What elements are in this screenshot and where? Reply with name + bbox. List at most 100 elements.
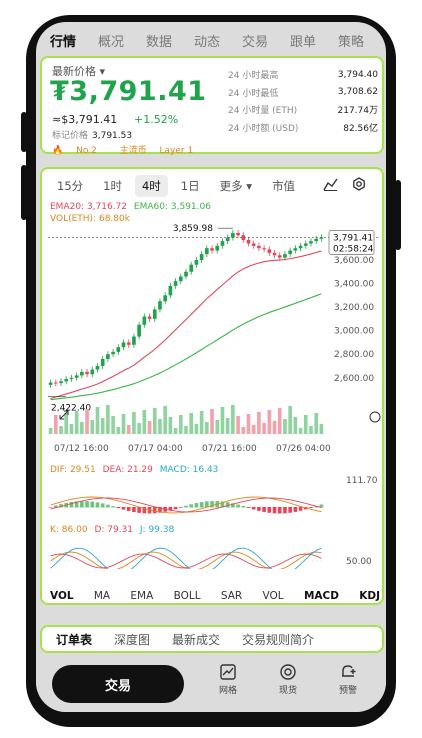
tab-trade[interactable]: 交易: [242, 31, 290, 50]
candle-body: [111, 351, 115, 355]
macd-bar: [95, 502, 100, 508]
macd-bar: [178, 507, 183, 508]
indicator-switcher: VOL MA EMA BOLL SAR VOL MACD KDJ: [50, 590, 380, 602]
macd-bar: [111, 506, 115, 508]
candle-body: [64, 378, 69, 382]
volume-bar: [288, 406, 292, 434]
candle-body: [231, 232, 235, 238]
volume-bar: [272, 421, 277, 434]
x-tick-label: 07/12 16:00: [54, 444, 109, 454]
tab-overview[interactable]: 概况: [98, 31, 146, 50]
candle-body: [90, 369, 95, 375]
macd-bar: [85, 501, 89, 508]
volume-bar: [106, 405, 110, 434]
volume-bar: [184, 426, 188, 434]
stat-row: 24 小时额 (USD) 82.56亿: [228, 123, 378, 134]
chart-panel: 15分 1时 4时 1日 更多 ▾ 市值 EMA20: 3,716.72 EMA…: [40, 167, 384, 605]
candle-body: [121, 342, 126, 348]
layer-tag[interactable]: Layer 1: [160, 146, 194, 156]
candle-body: [293, 248, 298, 251]
candle-body: [199, 254, 204, 260]
volume-bar: [220, 407, 225, 434]
volume-bar: [293, 417, 298, 434]
countdown-tag: 02:58:24: [333, 244, 374, 254]
ind-ma[interactable]: MA: [94, 590, 110, 602]
candle-body: [152, 309, 157, 319]
volume-bar: [210, 409, 214, 434]
fire-icon: 🔥: [52, 146, 64, 156]
volume-bar: [147, 421, 152, 434]
volume-bar: [111, 416, 115, 434]
candle-body: [74, 375, 79, 378]
macd-bar: [246, 507, 251, 508]
macd-bar: [293, 507, 298, 512]
volume-bar: [246, 414, 251, 434]
crosshair-icon: [369, 411, 381, 423]
tab-strategy[interactable]: 策略: [338, 31, 386, 50]
macd-bar: [210, 501, 214, 508]
candle-body: [189, 264, 194, 272]
kdj-j: J: 99.38: [139, 525, 175, 535]
candle-body: [184, 271, 188, 277]
tab-depth[interactable]: 深度图: [114, 631, 150, 648]
tab-order-book[interactable]: 订单表: [56, 631, 92, 648]
category-tag[interactable]: 主流币: [120, 146, 147, 156]
alert-button[interactable]: 预警: [328, 663, 368, 696]
kdj-axis-label: 50.00: [346, 557, 372, 567]
candle-body: [220, 241, 225, 246]
volume-bar: [95, 407, 100, 434]
volume-bar: [100, 418, 105, 434]
candle-body: [168, 285, 173, 296]
side-button: [21, 165, 27, 220]
macd-bar: [184, 505, 188, 508]
tab-copy[interactable]: 跟单: [290, 31, 338, 50]
tab-latest-trades[interactable]: 最新成交: [172, 631, 220, 648]
volume-bar: [189, 413, 194, 434]
ind-vol-sub[interactable]: VOL: [263, 590, 284, 602]
ind-kdj[interactable]: KDJ: [359, 590, 380, 602]
macd-bar: [80, 501, 84, 508]
tab-news[interactable]: 动态: [194, 31, 242, 50]
macd-bar: [132, 507, 136, 513]
volume-bar: [225, 418, 230, 434]
ind-ema[interactable]: EMA: [130, 590, 153, 602]
candle-body: [210, 248, 214, 251]
trade-button[interactable]: 交易: [52, 665, 184, 703]
price-axis-label: 3,600.00: [334, 256, 374, 266]
macd-bar: [272, 507, 277, 514]
candle-body: [257, 245, 261, 249]
tab-rules[interactable]: 交易规则简介: [242, 631, 314, 648]
volume-bar: [236, 416, 240, 434]
spot-button[interactable]: 现货: [268, 663, 308, 696]
approx-price: ≈$3,791.41: [52, 113, 118, 126]
candle-body: [178, 276, 183, 282]
candle-body: [147, 316, 152, 319]
macd-bar: [173, 507, 178, 510]
kdj-legend: K: 86.00 D: 79.31 J: 99.38: [50, 525, 174, 535]
volume-bar: [231, 405, 235, 434]
ind-boll[interactable]: BOLL: [174, 590, 201, 602]
price-axis-label: 3,400.00: [334, 280, 374, 290]
volume-bar: [314, 413, 319, 434]
rank-tag[interactable]: 🔥 No.2: [52, 146, 107, 156]
price-change: +1.52%: [134, 113, 179, 126]
candle-body: [132, 336, 136, 345]
volume-bar: [257, 412, 261, 434]
bottom-bar: 交易 网格 现货 预警: [36, 655, 386, 712]
ind-vol[interactable]: VOL: [50, 590, 74, 602]
candle-body: [246, 239, 251, 244]
macd-bar: [199, 502, 204, 508]
grid-button[interactable]: 网格: [208, 663, 248, 696]
volume-bar: [116, 427, 121, 434]
tab-market[interactable]: 行情: [50, 31, 98, 50]
app-screen: 行情 概况 数据 动态 交易 跟单 策略 最新价格 ▾ ₮3,791.41 ≈$…: [36, 22, 386, 712]
ind-macd[interactable]: MACD: [304, 590, 339, 602]
price-chart[interactable]: 3,600.00 3,400.00 3,200.00 3,000.00 2,800.00…: [42, 169, 382, 569]
tab-data[interactable]: 数据: [146, 31, 194, 50]
ind-sar[interactable]: SAR: [221, 590, 242, 602]
macd-bar: [106, 504, 110, 508]
macd-bar: [251, 507, 256, 510]
macd-bar: [262, 507, 266, 512]
top-tabs: 行情 概况 数据 动态 交易 跟单 策略: [36, 22, 386, 58]
candle-body: [262, 248, 266, 250]
